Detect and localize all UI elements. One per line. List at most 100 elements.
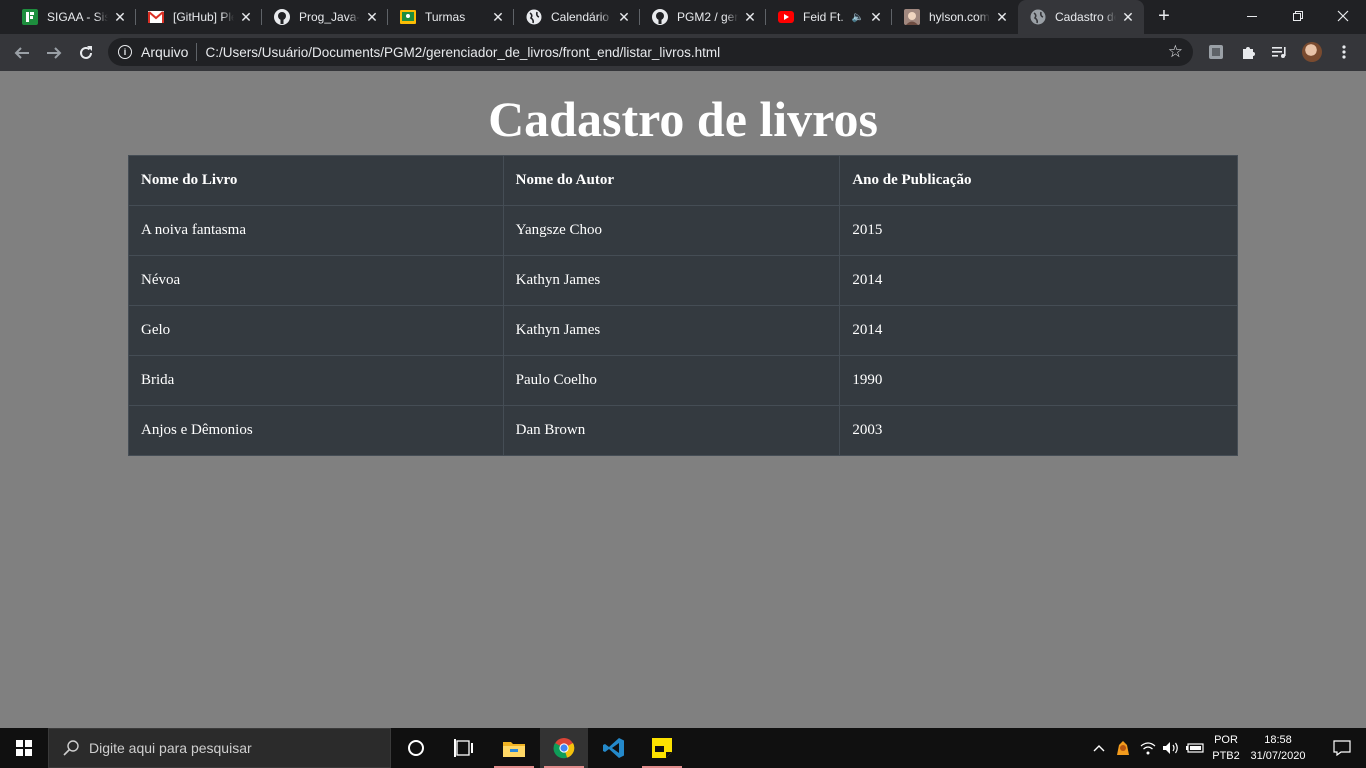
tab-cadastro[interactable]: Cadastro de livros ✕ [1018,0,1144,34]
tab-hylson[interactable]: hylson.com ✕ [892,0,1018,34]
table-row: Brida Paulo Coelho 1990 [128,355,1238,406]
search-placeholder: Digite aqui para pesquisar [89,740,252,756]
page-title: Cadastro de livros [488,91,878,147]
puzzle-icon[interactable] [1239,43,1257,61]
keyboard-layout: PTB2 [1212,750,1240,762]
book-name-cell: A noiva fantasma [128,205,504,256]
chevron-up-icon[interactable] [1090,728,1108,768]
column-header-author: Nome do Autor [502,155,841,206]
minimize-button[interactable] [1229,0,1275,32]
table-row: A noiva fantasma Yangsze Choo 2015 [128,205,1238,256]
gmail-icon [148,9,164,25]
globe-icon [526,9,542,25]
file-explorer-icon[interactable] [490,728,538,768]
windows-taskbar: Digite aqui para pesquisar POR PTB2 18:5… [0,728,1366,768]
battery-icon[interactable] [1184,728,1206,768]
reload-icon[interactable] [72,39,100,67]
close-icon[interactable]: ✕ [616,9,632,25]
restore-button[interactable] [1275,0,1321,32]
year-cell: 2003 [839,405,1238,456]
chrome-taskbar-icon[interactable] [540,728,588,768]
year-cell: 2014 [839,305,1238,356]
tab-title: Calendário [551,10,610,24]
volume-icon[interactable] [1160,728,1182,768]
info-icon[interactable]: i [118,45,132,59]
notification-center-icon[interactable] [1318,728,1366,768]
tab-strip: SIGAA - Sistema Integrado ✕ [GitHub] Ple… [0,0,1366,34]
extension-icon[interactable] [1207,43,1225,61]
book-name-cell: Gelo [128,305,504,356]
omnibox-divider [196,43,198,61]
menu-kebab-icon[interactable] [1335,43,1353,61]
year-cell: 1990 [839,355,1238,406]
close-icon[interactable]: ✕ [868,9,884,25]
classroom-icon [400,9,416,25]
security-chip[interactable]: Arquivo [141,44,188,60]
tab-title: Cadastro de livros [1055,10,1116,24]
author-cell: Kathyn James [502,255,841,306]
author-cell: Kathyn James [502,305,841,356]
browser-toolbar: i Arquivo C:/Users/Usuário/Documents/PGM… [0,34,1366,71]
books-table: Nome do Livro Nome do Autor Ano de Publi… [128,155,1238,456]
close-icon[interactable]: ✕ [238,9,254,25]
column-header-book-name: Nome do Livro [128,155,504,206]
close-window-button[interactable] [1320,0,1366,32]
table-header-row: Nome do Livro Nome do Autor Ano de Publi… [128,155,1238,206]
tab-title: Feid Ft. [803,10,844,24]
start-button[interactable] [0,728,48,768]
speaker-icon[interactable]: 🔈 [852,12,864,23]
tab-prog-java[interactable]: Prog_Java-POO ✕ [262,0,388,34]
table-row: Gelo Kathyn James 2014 [128,305,1238,356]
book-name-cell: Brida [128,355,504,406]
tab-title: hylson.com [929,10,990,24]
table-row: Anjos e Dêmonios Dan Brown 2003 [128,405,1238,456]
profile-avatar[interactable] [1302,42,1322,62]
close-icon[interactable]: ✕ [994,9,1010,25]
author-cell: Dan Brown [502,405,841,456]
sigaa-icon [22,9,38,25]
close-icon[interactable]: ✕ [490,9,506,25]
task-view-icon[interactable] [440,728,488,768]
page-viewport: Cadastro de livros Nome do Livro Nome do… [0,71,1366,728]
book-name-cell: Névoa [128,255,504,306]
column-header-year: Ano de Publicação [839,155,1238,206]
search-icon [63,740,79,756]
new-tab-button[interactable]: + [1152,5,1176,29]
tab-title: PGM2 / gerenciador [677,10,738,24]
bookmark-star-icon[interactable]: ☆ [1168,42,1183,62]
wifi-icon[interactable] [1138,728,1158,768]
tab-title: SIGAA - Sistema Integrado [47,10,108,24]
tab-turmas[interactable]: Turmas ✕ [388,0,514,34]
app-tray-icon[interactable] [1112,728,1134,768]
taskbar-clock[interactable]: 18:58 31/07/2020 [1246,732,1310,764]
tab-pgm2[interactable]: PGM2 / gerenciador ✕ [640,0,766,34]
tab-title: Turmas [425,10,466,24]
media-queue-icon[interactable] [1270,43,1288,61]
close-icon[interactable]: ✕ [112,9,128,25]
tab-calendario[interactable]: Calendário ✕ [514,0,640,34]
tab-gmail[interactable]: [GitHub] Please verify ✕ [136,0,262,34]
year-cell: 2015 [839,205,1238,256]
github-icon [652,9,668,25]
back-arrow-icon[interactable] [8,39,36,67]
url-text[interactable]: C:/Users/Usuário/Documents/PGM2/gerencia… [205,45,720,60]
sticky-notes-icon[interactable] [638,728,686,768]
vscode-icon[interactable] [590,728,638,768]
author-cell: Paulo Coelho [502,355,841,406]
github-icon [274,9,290,25]
cortana-icon[interactable] [392,728,440,768]
tab-sigaa[interactable]: SIGAA - Sistema Integrado ✕ [10,0,136,34]
taskbar-search-box[interactable]: Digite aqui para pesquisar [48,728,391,768]
forward-arrow-icon[interactable] [40,39,68,67]
year-cell: 2014 [839,255,1238,306]
globe-icon [1030,9,1046,25]
close-icon[interactable]: ✕ [1120,9,1136,25]
tab-youtube[interactable]: Feid Ft. 🔈 ✕ [766,0,892,34]
book-name-cell: Anjos e Dêmonios [128,405,504,456]
clock-time: 18:58 [1264,734,1292,746]
table-row: Névoa Kathyn James 2014 [128,255,1238,306]
close-icon[interactable]: ✕ [742,9,758,25]
input-language[interactable]: POR PTB2 [1206,732,1246,764]
address-bar[interactable]: i Arquivo C:/Users/Usuário/Documents/PGM… [108,38,1193,66]
close-icon[interactable]: ✕ [364,9,380,25]
